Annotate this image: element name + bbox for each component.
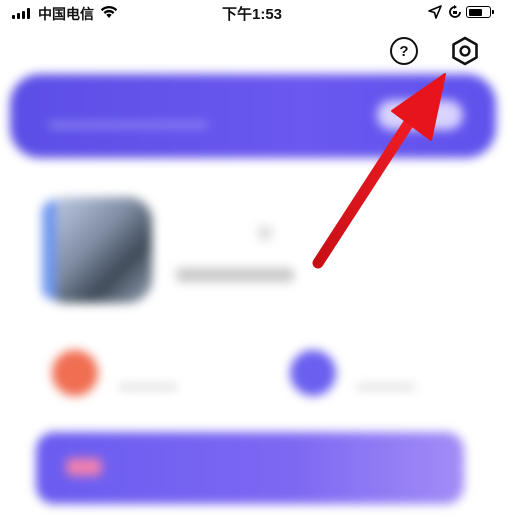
settings-button[interactable] (450, 36, 480, 66)
status-bar: 中国电信 下午1:53 (0, 0, 511, 26)
stat-icon-right[interactable] (290, 350, 336, 396)
wifi-icon (100, 5, 118, 18)
avatar-accent (42, 200, 56, 300)
help-button[interactable]: ? (390, 37, 418, 65)
status-time: 下午1:53 (222, 6, 283, 23)
question-icon: ? (399, 42, 409, 60)
bottom-card-badge (66, 458, 102, 476)
location-arrow-icon (428, 5, 442, 19)
promo-banner-button[interactable] (377, 100, 463, 130)
settings-hexagon-icon (452, 36, 478, 66)
profile-tag (258, 226, 272, 240)
battery-icon (466, 6, 494, 18)
stat-subtitle-right (356, 384, 416, 390)
profile-subtitle (176, 268, 294, 282)
promo-banner-subtitle (48, 122, 208, 128)
stat-subtitle-left (118, 384, 178, 390)
rotation-lock-icon (449, 5, 461, 18)
carrier-name: 中国电信 (38, 6, 94, 22)
stat-icon-left[interactable] (52, 350, 98, 396)
avatar[interactable] (42, 197, 152, 303)
cellular-signal-icon (12, 8, 30, 19)
